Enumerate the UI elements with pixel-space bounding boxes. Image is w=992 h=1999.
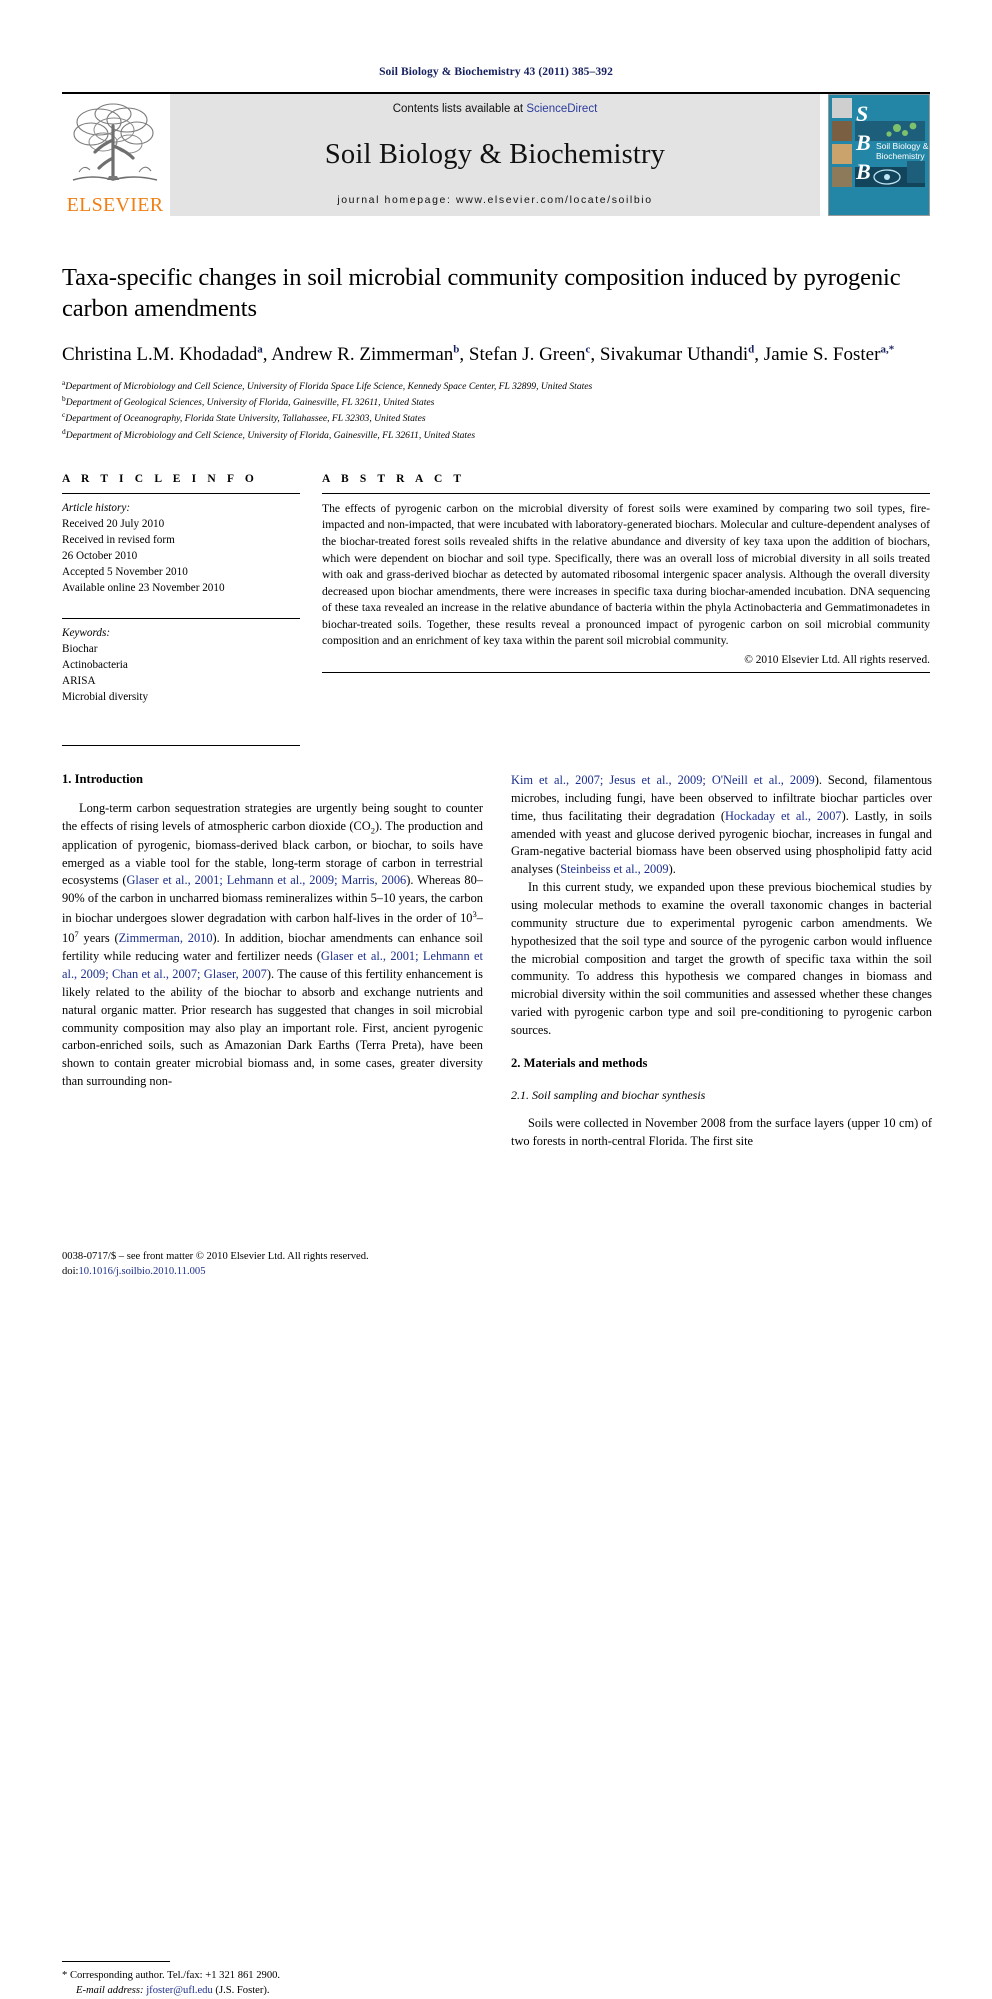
author-name: Christina L.M. Khodadad xyxy=(62,343,258,365)
divider xyxy=(62,744,300,746)
affiliation-text: Department of Oceanography, Florida Stat… xyxy=(65,413,426,425)
title-block: Taxa-specific changes in soil microbial … xyxy=(62,262,930,443)
keyword-item: Microbial diversity xyxy=(62,690,149,703)
keyword-item: ARISA xyxy=(62,674,96,687)
elsevier-tree-icon xyxy=(69,100,161,188)
affiliation-item: aDepartment of Microbiology and Cell Sci… xyxy=(62,378,930,394)
affiliation-item: dDepartment of Microbiology and Cell Sci… xyxy=(62,427,930,443)
paper-page: Soil Biology & Biochemistry 43 (2011) 38… xyxy=(0,0,992,1996)
text-run: years ( xyxy=(78,931,119,946)
page-title: Taxa-specific changes in soil microbial … xyxy=(62,264,901,323)
author-entry: Christina L.M. Khodadada, xyxy=(62,343,272,365)
corresponding-author-note: * Corresponding author. Tel./fax: +1 321… xyxy=(62,1969,281,1981)
affiliation-item: cDepartment of Oceanography, Florida Sta… xyxy=(62,410,930,426)
issn-front-matter: 0038-0717/$ – see front matter © 2010 El… xyxy=(62,1251,369,1262)
history-item: Accepted 5 November 2010 xyxy=(62,565,188,578)
elsevier-logo: ELSEVIER xyxy=(62,94,168,216)
keywords-label: Keywords: xyxy=(62,626,111,639)
keywords-block: Keywords: Biochar Actinobacteria ARISA M… xyxy=(62,612,300,705)
email-note: E-mail address: jfoster@ufl.edu (J.S. Fo… xyxy=(62,1983,483,1998)
email-suffix: (J.S. Foster). xyxy=(212,1985,270,1997)
author-affiliation-marker: a,* xyxy=(880,343,895,356)
journal-banner: Contents lists available at ScienceDirec… xyxy=(170,94,820,216)
affiliation-text: Department of Microbiology and Cell Scie… xyxy=(65,429,476,441)
svg-text:B: B xyxy=(855,159,871,184)
email-link[interactable]: jfoster@ufl.edu xyxy=(146,1985,213,1996)
article-history: Article history: Received 20 July 2010 R… xyxy=(62,494,300,596)
body-column-left: 1. Introduction Long-term carbon sequest… xyxy=(62,771,483,1996)
author-separator: , xyxy=(590,343,600,365)
author-entry: Sivakumar Uthandid, xyxy=(599,343,764,365)
author-separator: , xyxy=(262,343,272,365)
body-column-right: Kim et al., 2007; Jesus et al., 2009; O'… xyxy=(511,772,932,1151)
history-item: Available online 23 November 2010 xyxy=(62,581,225,594)
doi-line: doi:10.1016/j.soilbio.2010.11.005 xyxy=(62,1264,492,1279)
abstract-column: A B S T R A C T The effects of pyrogenic… xyxy=(322,473,930,746)
paragraph-intro-1-cont: Kim et al., 2007; Jesus et al., 2009; O'… xyxy=(511,772,932,879)
history-item: 26 October 2010 xyxy=(62,549,138,562)
citation-link[interactable]: Kim et al., 2007; Jesus et al., 2009; O'… xyxy=(511,773,815,787)
text-run: ). The cause of this fertility enhanceme… xyxy=(62,966,483,1089)
article-info-heading: A R T I C L E I N F O xyxy=(62,472,258,485)
article-history-label: Article history: xyxy=(62,501,131,514)
citation-link[interactable]: Steinbeiss et al., 2009 xyxy=(560,862,668,876)
journal-homepage[interactable]: journal homepage: www.elsevier.com/locat… xyxy=(337,194,652,206)
footnote-divider xyxy=(62,1960,170,1962)
contents-prefix: Contents lists available at xyxy=(392,103,527,115)
section-heading-introduction: 1. Introduction xyxy=(62,771,143,786)
paragraph-methods-1: Soils were collected in November 2008 fr… xyxy=(511,1115,932,1148)
citation-link[interactable]: Zimmerman, 2010 xyxy=(119,931,213,945)
history-item: Received 20 July 2010 xyxy=(62,517,165,530)
journal-masthead: ELSEVIER Contents lists available at Sci… xyxy=(62,92,930,216)
divider xyxy=(62,617,300,619)
affiliation-text: Department of Geological Sciences, Unive… xyxy=(65,397,435,409)
abstract-heading: A B S T R A C T xyxy=(322,472,466,485)
contents-available-line: Contents lists available at ScienceDirec… xyxy=(393,103,598,115)
text-run: ). xyxy=(668,862,676,877)
author-entry: Stefan J. Greenc, xyxy=(468,343,600,365)
history-item: Received in revised form xyxy=(62,533,175,546)
journal-title: Soil Biology & Biochemistry xyxy=(324,138,666,170)
body-columns: 1. Introduction Long-term carbon sequest… xyxy=(62,771,932,1996)
footnote-block: * Corresponding author. Tel./fax: +1 321… xyxy=(62,1960,483,1999)
section-heading-methods: 2. Materials and methods xyxy=(511,1055,648,1070)
author-entry: Jamie S. Fostera,* xyxy=(763,343,895,365)
copyright-line: © 2010 Elsevier Ltd. All rights reserved… xyxy=(744,654,930,667)
author-separator: , xyxy=(754,343,764,365)
svg-text:B: B xyxy=(855,130,871,155)
citation-link[interactable]: Glaser et al., 2001; Lehmann et al., 200… xyxy=(126,873,406,887)
affiliation-item: bDepartment of Geological Sciences, Univ… xyxy=(62,394,930,410)
citation-link[interactable]: Hockaday et al., 2007 xyxy=(725,809,842,823)
author-name: Andrew R. Zimmerman xyxy=(271,343,454,365)
abstract-text: The effects of pyrogenic carbon on the m… xyxy=(322,501,930,648)
journal-cover-thumbnail[interactable]: S B B Soil Biology & Biochemistry xyxy=(828,94,930,216)
divider xyxy=(322,672,930,674)
affiliation-list: aDepartment of Microbiology and Cell Sci… xyxy=(62,378,930,443)
author-separator: , xyxy=(459,343,469,365)
info-abstract-region: A R T I C L E I N F O Article history: R… xyxy=(62,473,930,746)
svg-text:Biochemistry: Biochemistry xyxy=(876,151,925,161)
article-info-column: A R T I C L E I N F O Article history: R… xyxy=(62,473,300,746)
email-label: E-mail address: xyxy=(76,1985,144,1997)
doi-label: doi: xyxy=(62,1266,79,1278)
running-head: Soil Biology & Biochemistry 43 (2011) 38… xyxy=(379,66,613,78)
paragraph-intro-1: Long-term carbon sequestration strategie… xyxy=(62,800,483,1091)
imprint-block: 0038-0717/$ – see front matter © 2010 El… xyxy=(62,1249,492,1280)
svg-text:Soil Biology &: Soil Biology & xyxy=(876,141,929,151)
doi-link[interactable]: 10.1016/j.soilbio.2010.11.005 xyxy=(78,1266,205,1277)
sciencedirect-link[interactable]: ScienceDirect xyxy=(526,103,597,115)
elsevier-wordmark: ELSEVIER xyxy=(66,194,164,216)
author-name: Stefan J. Green xyxy=(468,343,586,365)
author-list: Christina L.M. Khodadada, Andrew R. Zimm… xyxy=(62,342,930,369)
keyword-item: Actinobacteria xyxy=(62,658,128,671)
author-name: Jamie S. Foster xyxy=(763,343,881,365)
author-entry: Andrew R. Zimmermanb, xyxy=(271,343,469,365)
keyword-item: Biochar xyxy=(62,642,98,655)
affiliation-text: Department of Microbiology and Cell Scie… xyxy=(65,380,593,392)
author-name: Sivakumar Uthandi xyxy=(599,343,749,365)
subsection-heading-soil-sampling: 2.1. Soil sampling and biochar synthesis xyxy=(511,1087,706,1102)
svg-text:S: S xyxy=(856,101,868,126)
paragraph-intro-2: In this current study, we expanded upon … xyxy=(511,880,932,1038)
